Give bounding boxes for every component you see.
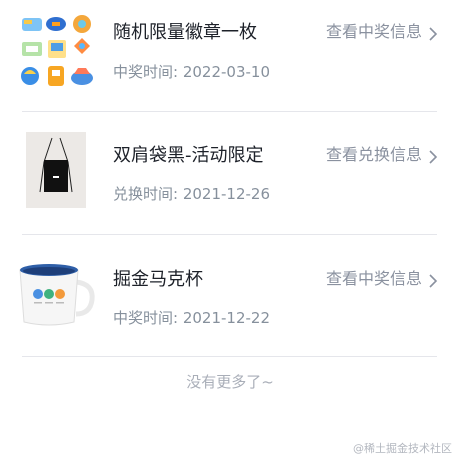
view-detail-button[interactable]: 查看中奖信息 (326, 268, 438, 290)
drawstring-bag-icon (26, 132, 86, 208)
date-label: 兑换时间: (113, 185, 183, 203)
view-detail-button[interactable]: 查看中奖信息 (326, 21, 438, 43)
list-item[interactable]: 随机限量徽章一枚 中奖时间: 2022-03-10 查看中奖信息 (0, 0, 460, 110)
item-date: 中奖时间: 2021-12-22 (113, 308, 270, 328)
date-value: 2022-03-10 (182, 63, 271, 81)
date-label: 中奖时间: (113, 63, 183, 81)
chevron-right-icon (428, 25, 438, 41)
divider (22, 234, 437, 235)
chevron-right-icon (428, 272, 438, 288)
view-detail-button[interactable]: 查看兑换信息 (326, 144, 438, 166)
action-label: 查看中奖信息 (325, 22, 422, 41)
mug-icon (16, 260, 96, 330)
item-date: 中奖时间: 2022-03-10 (113, 62, 270, 82)
date-label: 中奖时间: (113, 309, 183, 327)
item-date: 兑换时间: 2021-12-26 (113, 184, 270, 204)
chevron-right-icon (428, 148, 438, 164)
item-title: 随机限量徽章一枚 (113, 22, 257, 43)
action-label: 查看兑换信息 (325, 145, 422, 164)
divider (22, 356, 437, 357)
action-label: 查看中奖信息 (325, 269, 422, 288)
list-item[interactable]: 掘金马克杯 中奖时间: 2021-12-22 查看中奖信息 (0, 236, 460, 346)
badges-icon (14, 12, 96, 94)
list-item[interactable]: 双肩袋黑-活动限定 兑换时间: 2021-12-26 查看兑换信息 (0, 112, 460, 222)
date-value: 2021-12-22 (182, 309, 271, 327)
no-more-text: 没有更多了~ (186, 373, 274, 391)
date-value: 2021-12-26 (182, 185, 271, 203)
watermark: @稀土掘金技术社区 (353, 442, 452, 455)
item-title: 掘金马克杯 (113, 269, 203, 290)
item-title: 双肩袋黑-活动限定 (113, 145, 264, 166)
